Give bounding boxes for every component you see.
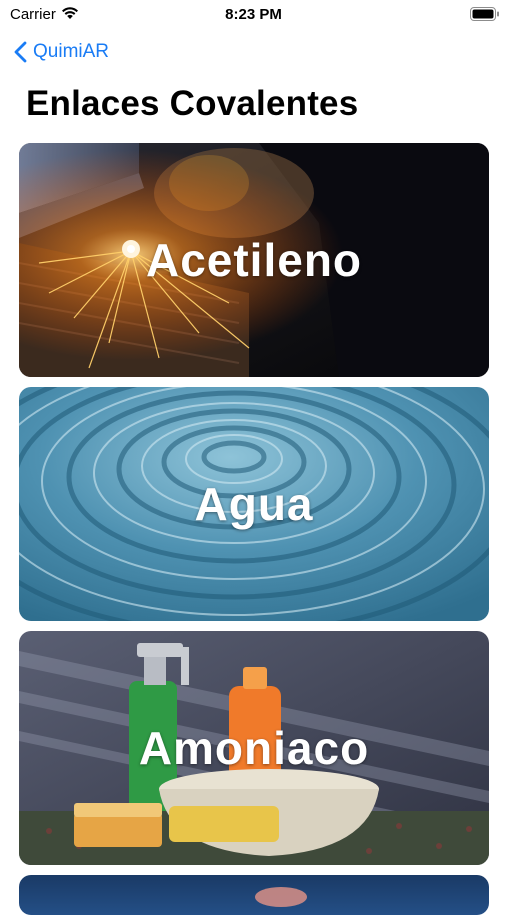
card-amoniaco[interactable]: Amoniaco bbox=[19, 631, 489, 865]
card-label: Agua bbox=[194, 478, 314, 530]
card-label bbox=[19, 875, 489, 915]
card-agua[interactable]: Agua bbox=[19, 387, 489, 621]
back-button[interactable]: QuimiAR bbox=[14, 38, 109, 66]
status-bar: Carrier 8:23 PM bbox=[0, 0, 507, 30]
card-partial[interactable] bbox=[19, 875, 489, 915]
card-label: Amoniaco bbox=[138, 722, 370, 774]
card-label: Acetileno bbox=[145, 234, 363, 286]
status-time: 8:23 PM bbox=[225, 6, 282, 23]
page-title: Enlaces Covalentes bbox=[26, 84, 359, 123]
chevron-left-icon bbox=[14, 41, 27, 63]
battery-icon bbox=[470, 7, 500, 26]
back-button-label: QuimiAR bbox=[33, 41, 110, 62]
card-acetileno[interactable]: Acetileno bbox=[19, 143, 489, 377]
